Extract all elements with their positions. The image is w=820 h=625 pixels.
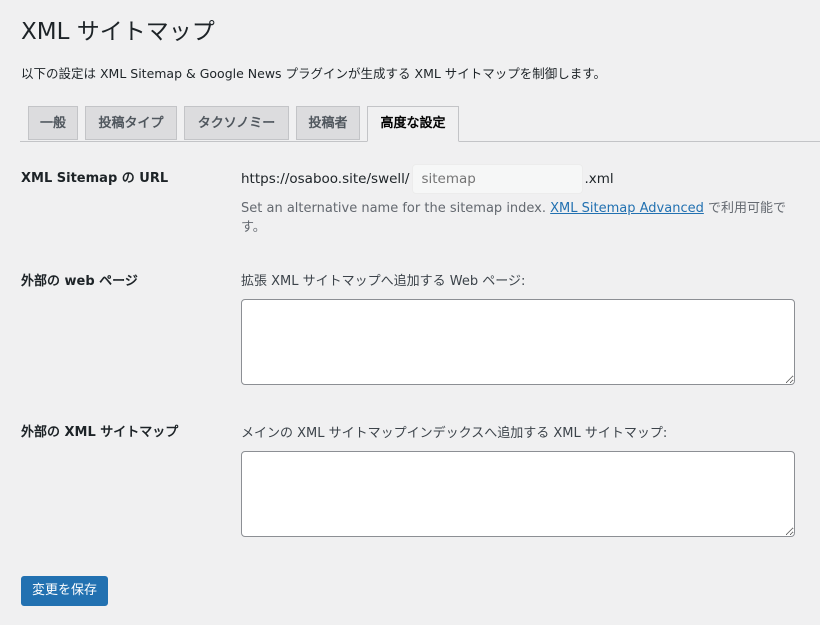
tab-advanced[interactable]: 高度な設定 (367, 106, 459, 142)
sitemap-url-help-text: Set an alternative name for the sitemap … (241, 201, 551, 216)
tab-post-types[interactable]: 投稿タイプ (85, 106, 177, 140)
external-pages-label: 外部の web ページ (21, 274, 138, 289)
sitemap-name-input[interactable] (412, 164, 584, 194)
external-sitemaps-description: メインの XML サイトマップインデックスへ追加する XML サイトマップ: (241, 426, 668, 441)
external-pages-textarea[interactable] (241, 299, 795, 385)
tab-taxonomies[interactable]: タクソノミー (184, 106, 289, 140)
external-pages-description: 拡張 XML サイトマップへ追加する Web ページ: (241, 274, 526, 289)
sitemap-url-suffix: .xml (584, 171, 614, 187)
sitemap-url-label: XML Sitemap の URL (21, 171, 169, 186)
sitemap-url-field: https://osaboo.site/swell/ .xml (241, 164, 614, 194)
tab-general[interactable]: 一般 (28, 106, 78, 140)
save-changes-button[interactable]: 変更を保存 (21, 576, 108, 606)
external-sitemaps-textarea[interactable] (241, 451, 795, 537)
page-title: XML サイトマップ (21, 19, 215, 45)
external-sitemaps-label: 外部の XML サイトマップ (21, 425, 179, 440)
page-description: 以下の設定は XML Sitemap & Google News プラグインが生… (21, 66, 607, 81)
sitemap-url-help: Set an alternative name for the sitemap … (241, 199, 801, 237)
tab-authors[interactable]: 投稿者 (296, 106, 360, 140)
settings-tab-bar: 一般 投稿タイプ タクソノミー 投稿者 高度な設定 (0, 106, 820, 142)
xml-sitemap-advanced-link[interactable]: XML Sitemap Advanced (550, 201, 704, 216)
sitemap-url-prefix: https://osaboo.site/swell/ (241, 171, 410, 187)
